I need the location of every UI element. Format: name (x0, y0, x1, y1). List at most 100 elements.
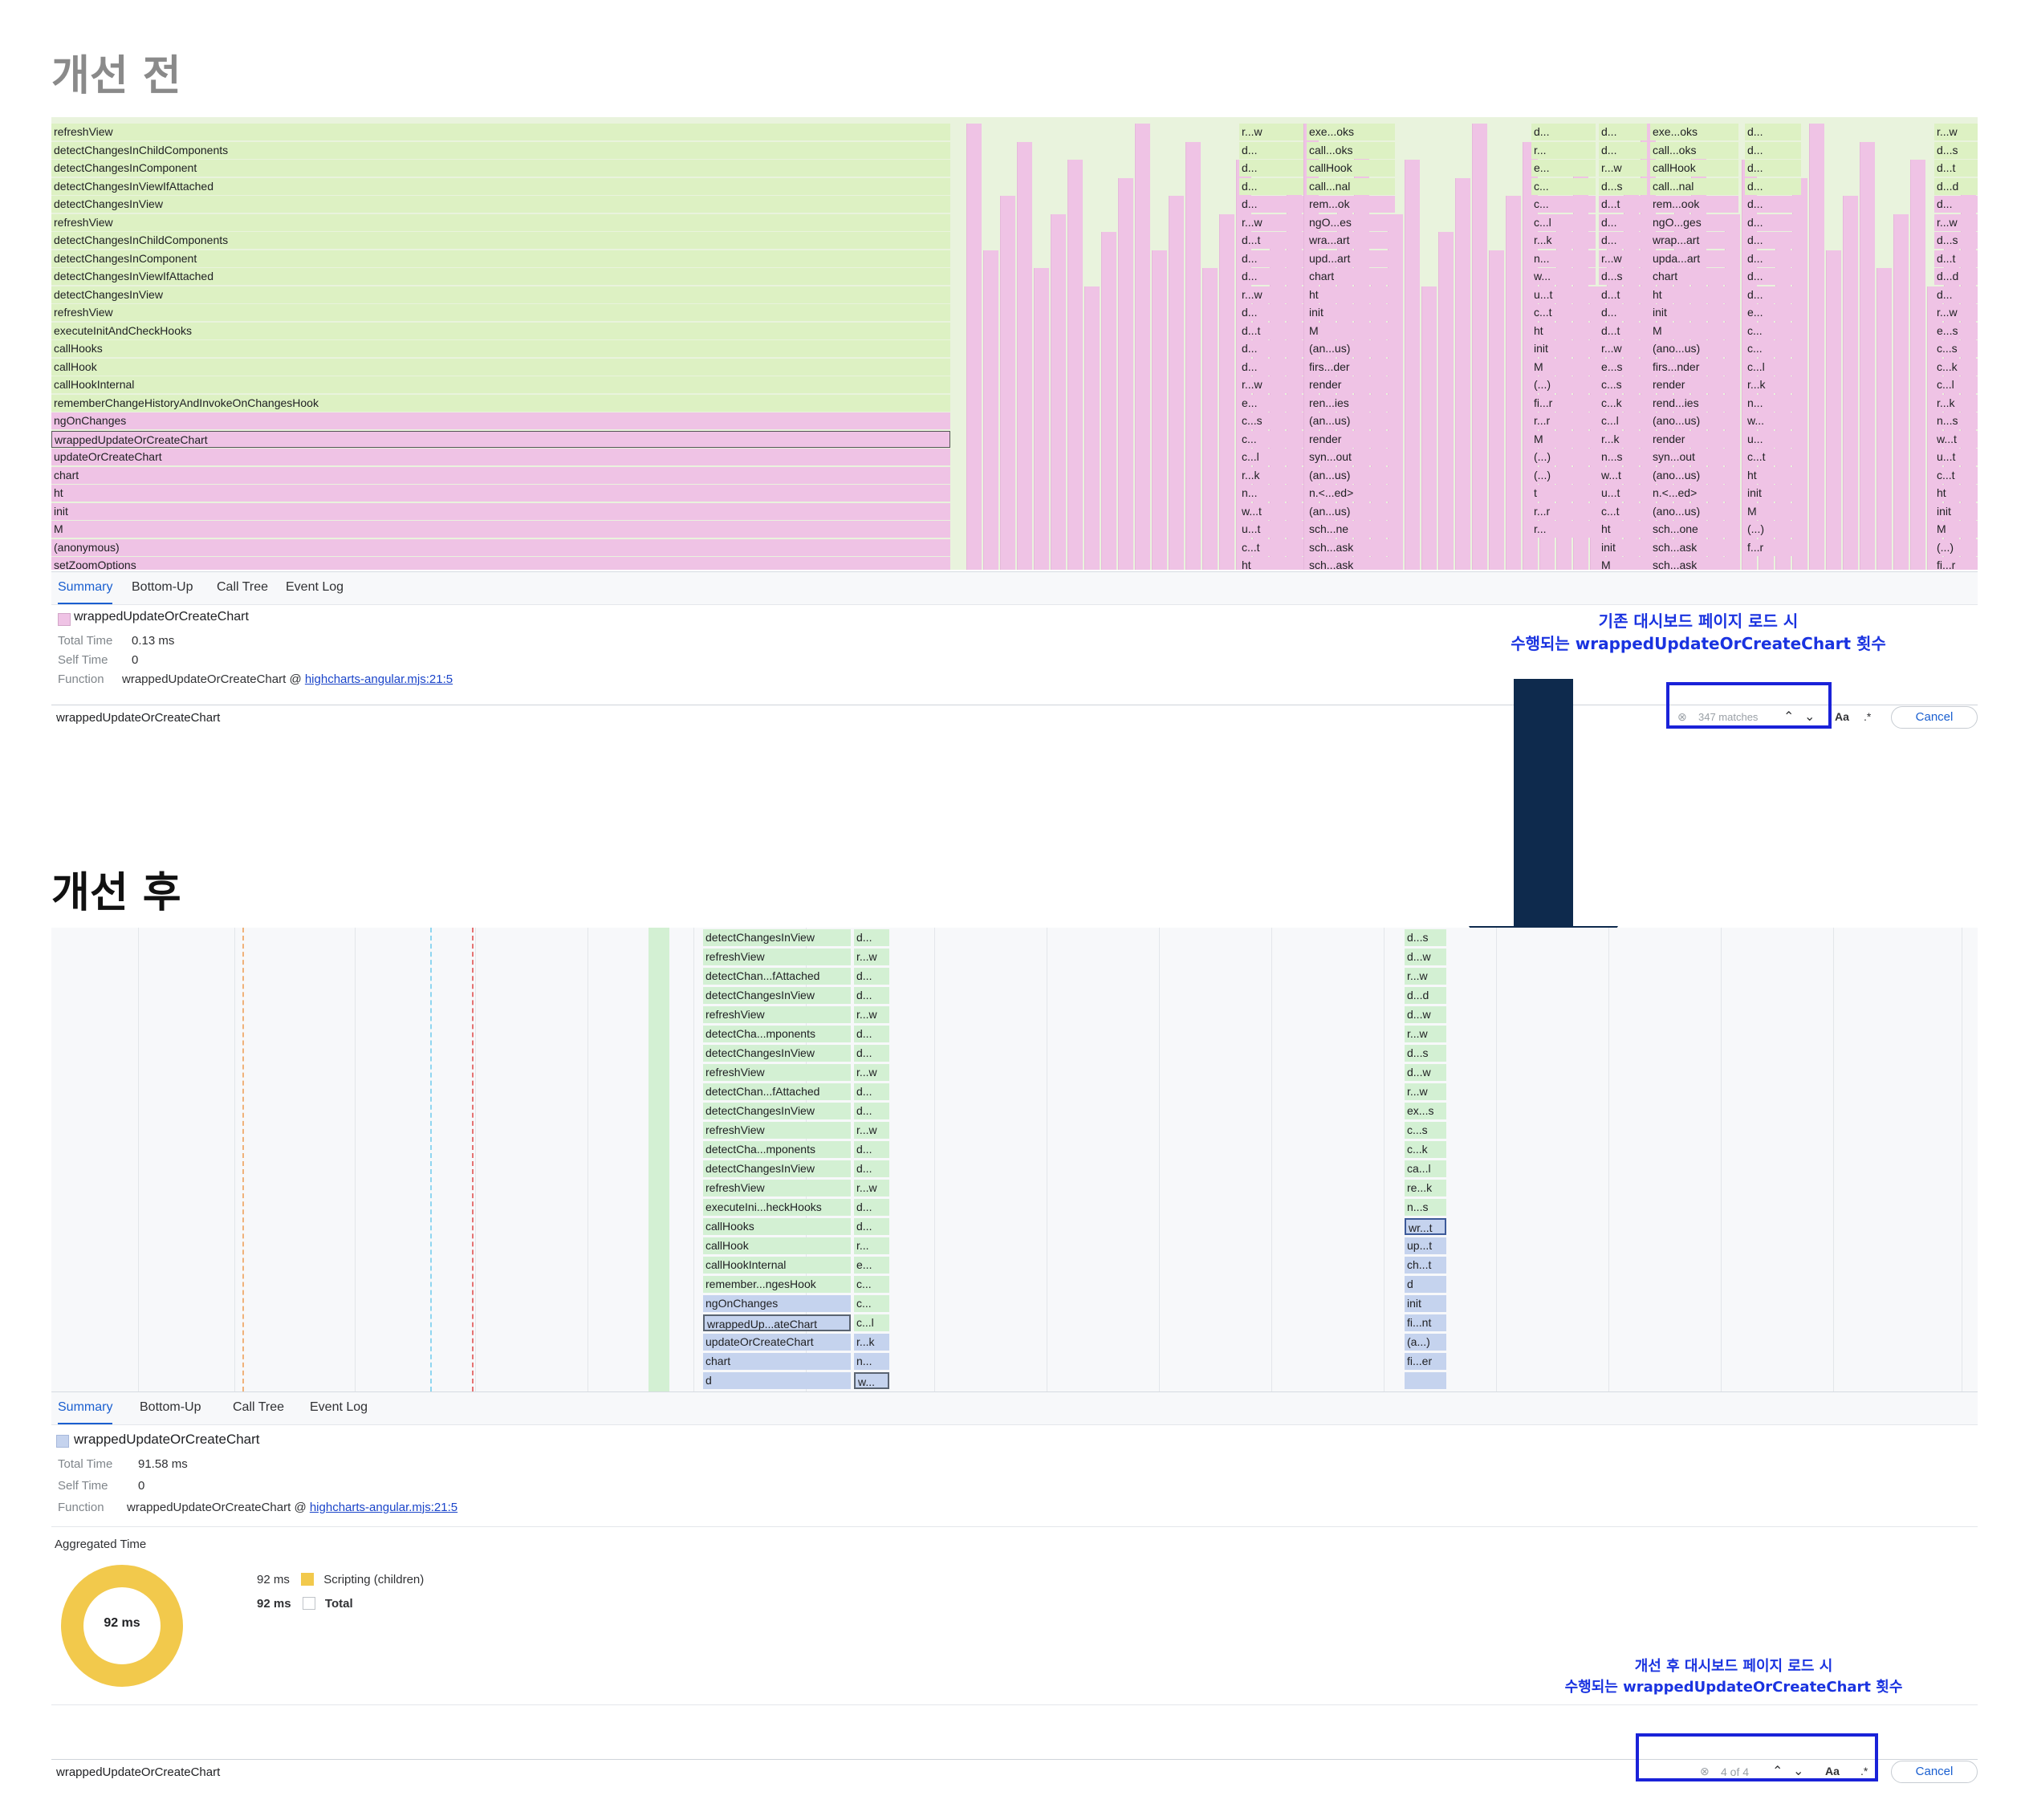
after-flame-frame[interactable]: detectCha...mponents (703, 1026, 851, 1042)
before-flame-frame[interactable]: exe...oks (1307, 124, 1395, 140)
before-flame-frame[interactable]: d... (1745, 141, 1801, 159)
before-flame-frame[interactable]: d...t (1239, 322, 1303, 339)
after-flame-frame[interactable]: d... (854, 1218, 889, 1235)
before-flame-frame[interactable]: c...l (1599, 412, 1647, 429)
after-flame-frame[interactable]: d...w (1405, 1006, 1446, 1023)
before-flame-frame[interactable]: d...t (1239, 232, 1303, 249)
before-flame-frame[interactable]: w...t (1599, 466, 1647, 484)
before-flame-frame[interactable]: e...s (1934, 322, 1978, 339)
after-flame-frame[interactable]: up...t (1405, 1237, 1446, 1254)
before-flame-frame[interactable]: r...w (1239, 376, 1303, 393)
before-flame-frame[interactable]: f...r (1745, 538, 1801, 556)
before-flame-frame[interactable]: c...k (1599, 394, 1647, 412)
before-flame-frame[interactable]: w...t (1934, 430, 1978, 448)
after-flame-frame[interactable]: d...s (1405, 929, 1446, 946)
after-flame-frame[interactable]: detectChangesInView (703, 987, 851, 1004)
after-flame-frame[interactable]: d... (854, 968, 889, 985)
after-flame-frame[interactable]: callHook (703, 1237, 851, 1254)
before-flame-frame[interactable]: callHook (1307, 160, 1395, 177)
before-flame-frame[interactable]: c... (1531, 196, 1596, 213)
after-flame-frame[interactable]: n...s (1405, 1199, 1446, 1216)
before-flame-frame[interactable]: d... (1239, 160, 1303, 177)
after-flame-frame[interactable] (1405, 1372, 1446, 1389)
before-flame-frame[interactable]: d... (1239, 177, 1303, 195)
after-tab-summary[interactable]: Summary (58, 1392, 113, 1424)
before-flame-frame[interactable]: wrappedUpdateOrCreateChart (51, 430, 950, 448)
before-flame-frame[interactable]: ht (1239, 557, 1303, 570)
after-flame-frame[interactable]: c...l (854, 1314, 889, 1331)
before-flame-frame[interactable]: c...k (1934, 358, 1978, 376)
before-flame-frame[interactable]: wra...art (1307, 232, 1395, 249)
before-flame-frame[interactable]: d... (1239, 250, 1303, 267)
after-flame-frame[interactable]: n... (854, 1353, 889, 1370)
before-flame-frame[interactable]: rememberChangeHistoryAndInvokeOnChangesH… (51, 394, 950, 412)
before-flame-frame[interactable]: u... (1745, 430, 1801, 448)
before-flame-frame[interactable]: ren...ies (1307, 394, 1395, 412)
before-flame-frame[interactable]: wrap...art (1650, 232, 1738, 249)
before-flame-frame[interactable]: r...w (1934, 124, 1978, 140)
before-flame-frame[interactable]: d...s (1934, 141, 1978, 159)
before-flame-frame[interactable]: r...w (1599, 160, 1647, 177)
after-flame-frame[interactable]: c...s (1405, 1122, 1446, 1139)
before-flame-frame[interactable]: r...w (1239, 124, 1303, 140)
before-flame-frame[interactable]: refreshView (51, 304, 950, 321)
after-flame-frame[interactable]: c...k (1405, 1141, 1446, 1158)
after-tab-call-tree[interactable]: Call Tree (233, 1392, 284, 1423)
before-flame-frame[interactable]: c...s (1599, 376, 1647, 393)
before-flame-frame[interactable]: w... (1531, 268, 1596, 285)
before-flame-frame[interactable]: init (1650, 304, 1738, 321)
before-flame-frame[interactable]: d... (1239, 358, 1303, 376)
before-flame-frame[interactable]: d...t (1934, 250, 1978, 267)
before-flame-frame[interactable]: d...t (1599, 196, 1647, 213)
before-flame-frame[interactable]: (an...us) (1307, 502, 1395, 520)
before-flame-frame[interactable]: d... (1745, 160, 1801, 177)
before-flame-frame[interactable]: c...l (1531, 213, 1596, 231)
before-flame-frame[interactable]: r...w (1239, 213, 1303, 231)
before-flame-frame[interactable]: n... (1239, 485, 1303, 502)
before-flame-frame[interactable]: init (1934, 502, 1978, 520)
before-flame-frame[interactable]: M (1934, 521, 1978, 538)
before-flame-frame[interactable]: fi...r (1934, 557, 1978, 570)
after-flame-frame[interactable]: c... (854, 1276, 889, 1293)
before-flame-frame[interactable]: d...t (1599, 286, 1647, 303)
before-tab-summary[interactable]: Summary (58, 572, 113, 604)
before-flame-frame[interactable]: (an...us) (1307, 466, 1395, 484)
before-flame-frame[interactable]: c...t (1934, 466, 1978, 484)
after-flame-frame[interactable]: d (703, 1372, 851, 1389)
before-tab-call-tree[interactable]: Call Tree (217, 572, 268, 603)
before-flame-frame[interactable]: r... (1531, 141, 1596, 159)
after-flame-frame[interactable]: wrappedUp...ateChart (703, 1314, 851, 1331)
before-flame-frame[interactable]: rem...ok (1307, 196, 1395, 213)
before-flame-frame[interactable]: w...t (1239, 502, 1303, 520)
before-flame-frame[interactable]: detectChangesInChildComponents (51, 141, 950, 159)
before-flame-frame[interactable]: call...nal (1307, 177, 1395, 195)
before-flame-frame[interactable]: init (51, 502, 950, 520)
after-flame-frame[interactable]: fi...er (1405, 1353, 1446, 1370)
after-flame-frame[interactable]: d...s (1405, 1045, 1446, 1062)
before-flame-frame[interactable]: detectChangesInViewIfAttached (51, 177, 950, 195)
before-flame-frame[interactable]: c... (1745, 340, 1801, 357)
before-flame-frame[interactable]: (ano...us) (1650, 412, 1738, 429)
after-flame-frame[interactable]: refreshView (703, 1122, 851, 1139)
after-flame-frame[interactable]: r...w (1405, 1083, 1446, 1100)
before-flame-frame[interactable]: M (1531, 430, 1596, 448)
before-flame-frame[interactable]: d... (1745, 213, 1801, 231)
before-flame-frame[interactable]: n... (1745, 394, 1801, 412)
before-flame-frame[interactable]: r...w (1934, 304, 1978, 321)
before-flame-frame[interactable]: callHookInternal (51, 376, 950, 393)
before-flame-frame[interactable]: upda...art (1650, 250, 1738, 267)
before-flame-frame[interactable]: d... (1239, 141, 1303, 159)
before-flame-frame[interactable]: M (1650, 322, 1738, 339)
before-flame-frame[interactable]: fi...r (1531, 394, 1596, 412)
before-flame-frame[interactable]: (...) (1531, 376, 1596, 393)
before-flame-frame[interactable]: refreshView (51, 124, 950, 140)
before-flame-frame[interactable]: (an...us) (1307, 340, 1395, 357)
before-flame-frame[interactable]: ngOnChanges (51, 412, 950, 429)
before-flame-frame[interactable]: ht (1599, 521, 1647, 538)
after-flame-frame[interactable]: updateOrCreateChart (703, 1334, 851, 1351)
before-flame-frame[interactable]: n...s (1934, 412, 1978, 429)
after-flame-frame[interactable]: d... (854, 1141, 889, 1158)
before-flame-frame[interactable]: syn...out (1650, 449, 1738, 465)
before-flame-frame[interactable]: detectChangesInView (51, 196, 950, 213)
before-flame-frame[interactable]: r... (1531, 521, 1596, 538)
